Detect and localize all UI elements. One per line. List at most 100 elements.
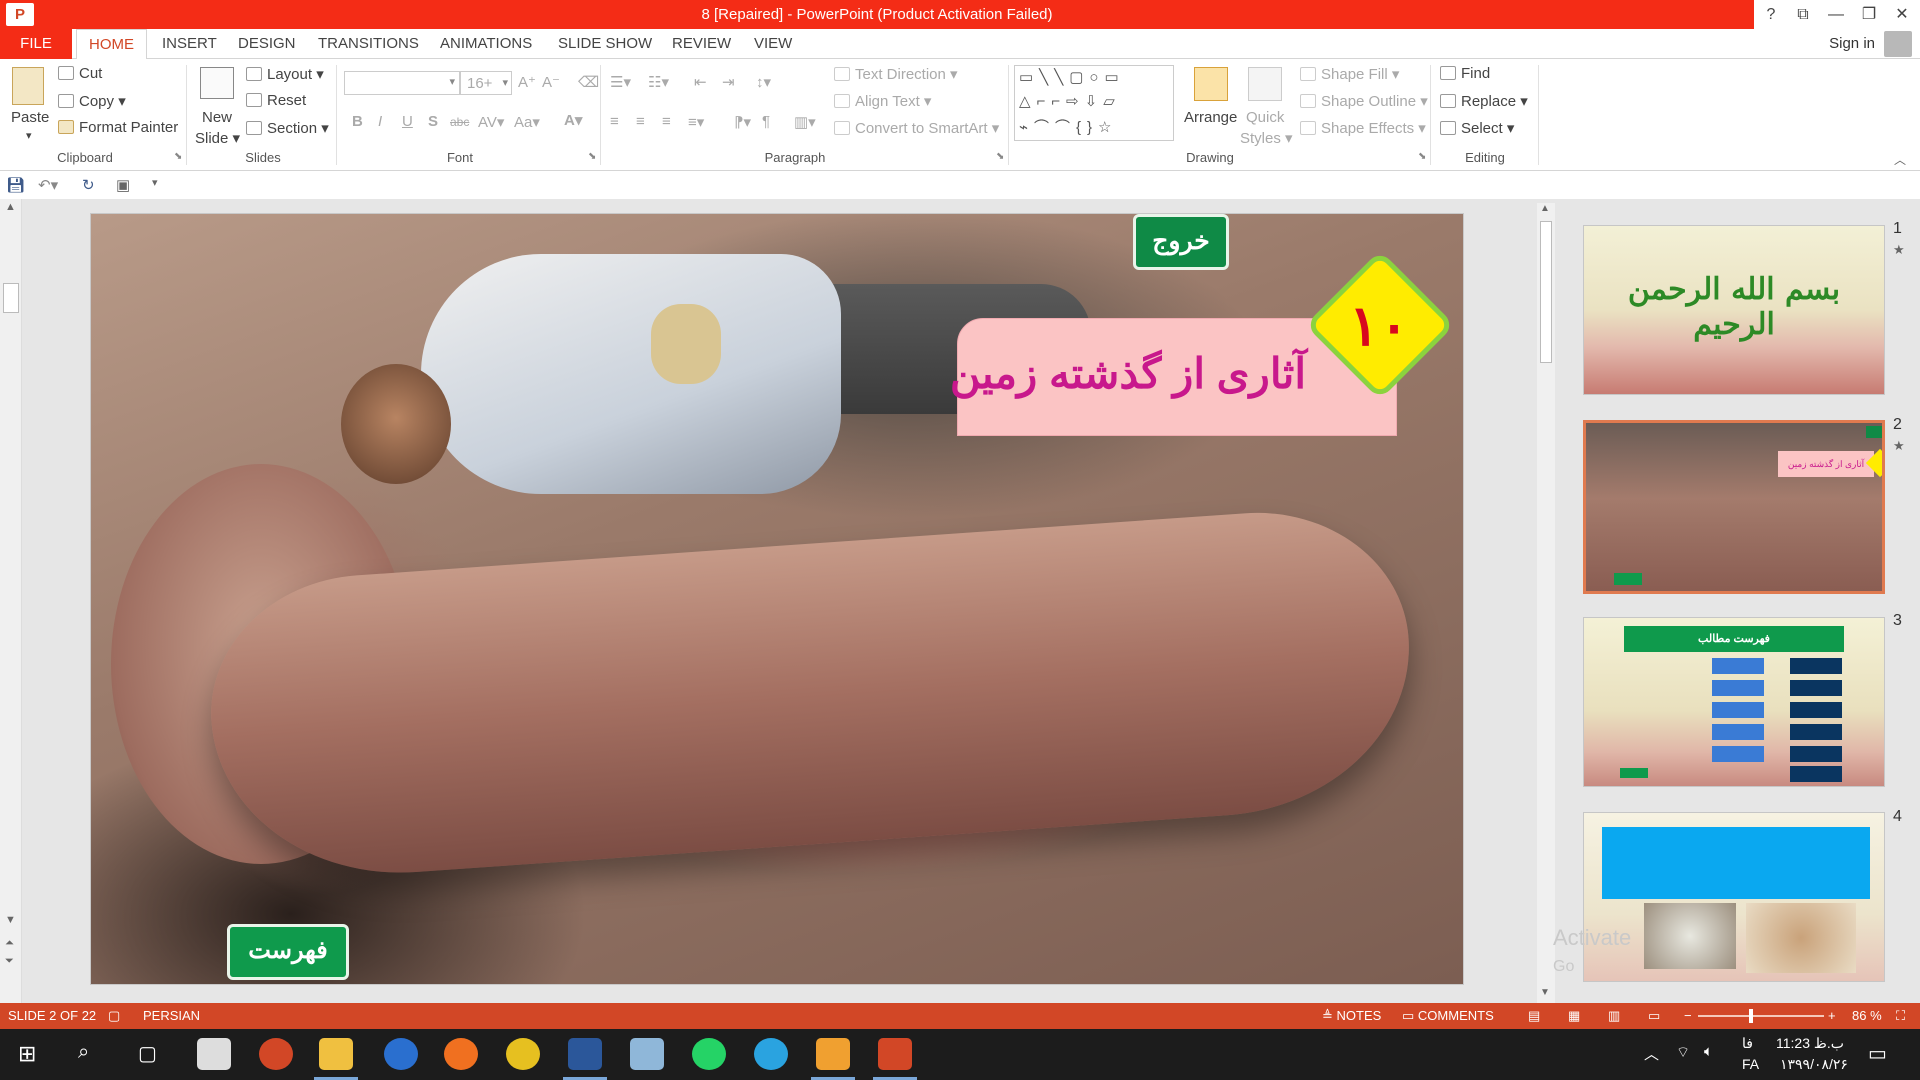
convert-smartart-button[interactable]: Convert to SmartArt ▾ xyxy=(834,119,999,137)
language-bottom[interactable]: FA xyxy=(1742,1056,1759,1072)
align-right-icon[interactable]: ≡ xyxy=(662,113,671,130)
spell-check-icon[interactable]: ▢ xyxy=(108,1003,120,1029)
columns-icon[interactable]: ▥▾ xyxy=(794,113,816,131)
align-text-button[interactable]: Align Text ▾ xyxy=(834,92,931,110)
bullets-icon[interactable]: ☰▾ xyxy=(610,73,631,91)
help-button[interactable]: ? xyxy=(1755,0,1787,29)
slide-show-icon[interactable]: ▭ xyxy=(1648,1003,1660,1029)
font-color-icon[interactable]: A▾ xyxy=(564,111,582,129)
file-explorer-icon[interactable] xyxy=(319,1038,353,1070)
copy-button[interactable]: Copy ▾ xyxy=(58,92,126,110)
clock-date[interactable]: ۱۳۹۹/۰۸/۲۶ xyxy=(1780,1056,1848,1073)
fit-to-window-icon[interactable]: ⛶ xyxy=(1896,1003,1905,1029)
shape-row-1[interactable]: ▭╲╲▢○▭ xyxy=(1019,68,1125,86)
justify-icon[interactable]: ≡▾ xyxy=(688,113,704,131)
reset-button[interactable]: Reset xyxy=(246,92,306,109)
word-icon[interactable] xyxy=(568,1038,602,1070)
character-spacing-icon[interactable]: AV▾ xyxy=(478,113,504,131)
chevron-down-icon[interactable]: ▾ xyxy=(449,75,455,88)
slide-canvas[interactable]: خروج آثاری از گذشته زمین ۱۰ فهرست xyxy=(90,213,1464,985)
tab-review[interactable]: REVIEW xyxy=(660,29,743,59)
thumbnail-slide-4[interactable] xyxy=(1583,812,1885,982)
slide-vertical-scrollbar[interactable]: ▲ ▼ xyxy=(1537,203,1555,1003)
paste-icon[interactable] xyxy=(12,67,44,105)
chevron-down-icon[interactable]: ▾ xyxy=(502,76,508,89)
zoom-slider[interactable] xyxy=(1698,1015,1824,1017)
collapse-ribbon-icon[interactable]: ︿ xyxy=(1894,151,1906,168)
font-size-combobox[interactable]: 16+ ▾ xyxy=(460,71,512,95)
zoom-slider-thumb[interactable] xyxy=(1749,1009,1753,1023)
powerpoint-taskbar-icon[interactable] xyxy=(878,1038,912,1070)
paste-dropdown-icon[interactable]: ▾ xyxy=(26,129,32,142)
shape-outline-button[interactable]: Shape Outline ▾ xyxy=(1300,92,1428,110)
bold-icon[interactable]: B xyxy=(352,113,363,130)
start-from-beginning-icon[interactable]: ▣ xyxy=(116,176,130,194)
font-launcher-icon[interactable]: ⬊ xyxy=(588,151,596,162)
normal-view-icon[interactable]: ▤ xyxy=(1528,1003,1540,1029)
thumbnail-slide-1[interactable]: بسم الله الرحمن الرحيم xyxy=(1583,225,1885,395)
select-button[interactable]: Select ▾ xyxy=(1440,119,1514,137)
powerpoint-viewer-icon[interactable] xyxy=(259,1038,293,1070)
zoom-out-icon[interactable]: − xyxy=(1684,1003,1692,1029)
find-button[interactable]: Find xyxy=(1440,65,1490,82)
shape-effects-button[interactable]: Shape Effects ▾ xyxy=(1300,119,1426,137)
shapes-gallery[interactable]: ▭╲╲▢○▭ △⌐⌐⇨⇩▱ ⌁⌒⌒{}☆ xyxy=(1014,65,1174,141)
redo-icon[interactable]: ↻ xyxy=(82,176,95,194)
task-view-icon[interactable]: ▢ xyxy=(138,1041,157,1066)
reading-view-icon[interactable]: ▥ xyxy=(1608,1003,1620,1029)
media-player-icon[interactable] xyxy=(816,1038,850,1070)
text-direction-button[interactable]: Text Direction ▾ xyxy=(834,65,958,83)
exit-button[interactable]: خروج xyxy=(1133,214,1229,270)
text-shadow-icon[interactable]: S xyxy=(428,113,438,130)
replace-button[interactable]: Replace ▾ xyxy=(1440,92,1528,110)
thumbnail-slide-3[interactable]: فهرست مطالب xyxy=(1583,617,1885,787)
scroll-up-icon[interactable]: ▲ xyxy=(5,201,16,213)
increase-indent-icon[interactable]: ⇥ xyxy=(722,73,735,91)
grow-font-icon[interactable]: A⁺ xyxy=(518,73,536,91)
clock-time[interactable]: 11:23 ب.ظ xyxy=(1776,1035,1844,1052)
decrease-indent-icon[interactable]: ⇤ xyxy=(694,73,707,91)
new-slide-icon[interactable] xyxy=(200,67,234,99)
tab-slide-show[interactable]: SLIDE SHOW xyxy=(546,29,664,59)
clear-formatting-icon[interactable]: ⌫ xyxy=(578,73,599,91)
arrange-icon[interactable] xyxy=(1194,67,1228,101)
scrollbar-thumb[interactable] xyxy=(1540,221,1552,363)
strikethrough-icon[interactable]: abc xyxy=(450,115,469,129)
save-icon[interactable]: 💾︎ xyxy=(6,176,25,194)
font-name-combobox[interactable]: ▾ xyxy=(344,71,460,95)
new-slide-label[interactable]: Slide ▾ xyxy=(195,129,240,147)
notifications-icon[interactable]: ▭ xyxy=(1868,1041,1887,1066)
calculator-icon[interactable] xyxy=(197,1038,231,1070)
volume-icon[interactable]: 🔈︎ xyxy=(1704,1043,1713,1060)
thumbnail-slide-2[interactable]: آثاری از گذشته زمین xyxy=(1583,420,1885,594)
shape-row-2[interactable]: △⌐⌐⇨⇩▱ xyxy=(1019,92,1121,110)
undo-icon[interactable]: ↶▾ xyxy=(38,176,58,194)
format-painter-button[interactable]: Format Painter xyxy=(58,119,178,136)
scroll-down-icon[interactable]: ▼ xyxy=(1540,987,1550,998)
browser-icon[interactable] xyxy=(384,1038,418,1070)
tab-transitions[interactable]: TRANSITIONS xyxy=(306,29,431,59)
tab-animations[interactable]: ANIMATIONS xyxy=(428,29,544,59)
shrink-font-icon[interactable]: A⁻ xyxy=(542,73,560,91)
restore-button[interactable]: ❐ xyxy=(1853,0,1885,29)
clipboard-launcher-icon[interactable]: ⬊ xyxy=(174,151,182,162)
zoom-level[interactable]: 86 % xyxy=(1852,1003,1882,1029)
avatar[interactable] xyxy=(1884,31,1912,57)
italic-icon[interactable]: I xyxy=(378,113,382,130)
arrange-button[interactable]: Arrange xyxy=(1184,109,1237,126)
quick-styles-icon[interactable] xyxy=(1248,67,1282,101)
search-icon[interactable]: ⌕ xyxy=(78,1041,89,1064)
close-button[interactable]: ✕ xyxy=(1886,0,1918,29)
layout-button[interactable]: Layout ▾ xyxy=(246,65,324,83)
quick-styles-button[interactable]: Quick xyxy=(1246,109,1284,126)
numbering-icon[interactable]: ☷▾ xyxy=(648,73,669,91)
ribbon-display-options-icon[interactable]: ⧉ xyxy=(1787,0,1819,29)
index-button[interactable]: فهرست xyxy=(227,924,349,980)
next-slide-icon[interactable]: ⏷ xyxy=(5,955,14,968)
previous-slide-icon[interactable]: ⏶ xyxy=(5,937,14,950)
customize-qat-icon[interactable]: ▾ xyxy=(152,176,158,189)
editor-vertical-scrollbar[interactable]: ▲ ▼ ⏶ ⏷ xyxy=(0,199,22,1003)
minimize-button[interactable]: — xyxy=(1820,0,1852,29)
whatsapp-icon[interactable] xyxy=(692,1038,726,1070)
slide-counter[interactable]: SLIDE 2 OF 22 xyxy=(8,1003,96,1029)
